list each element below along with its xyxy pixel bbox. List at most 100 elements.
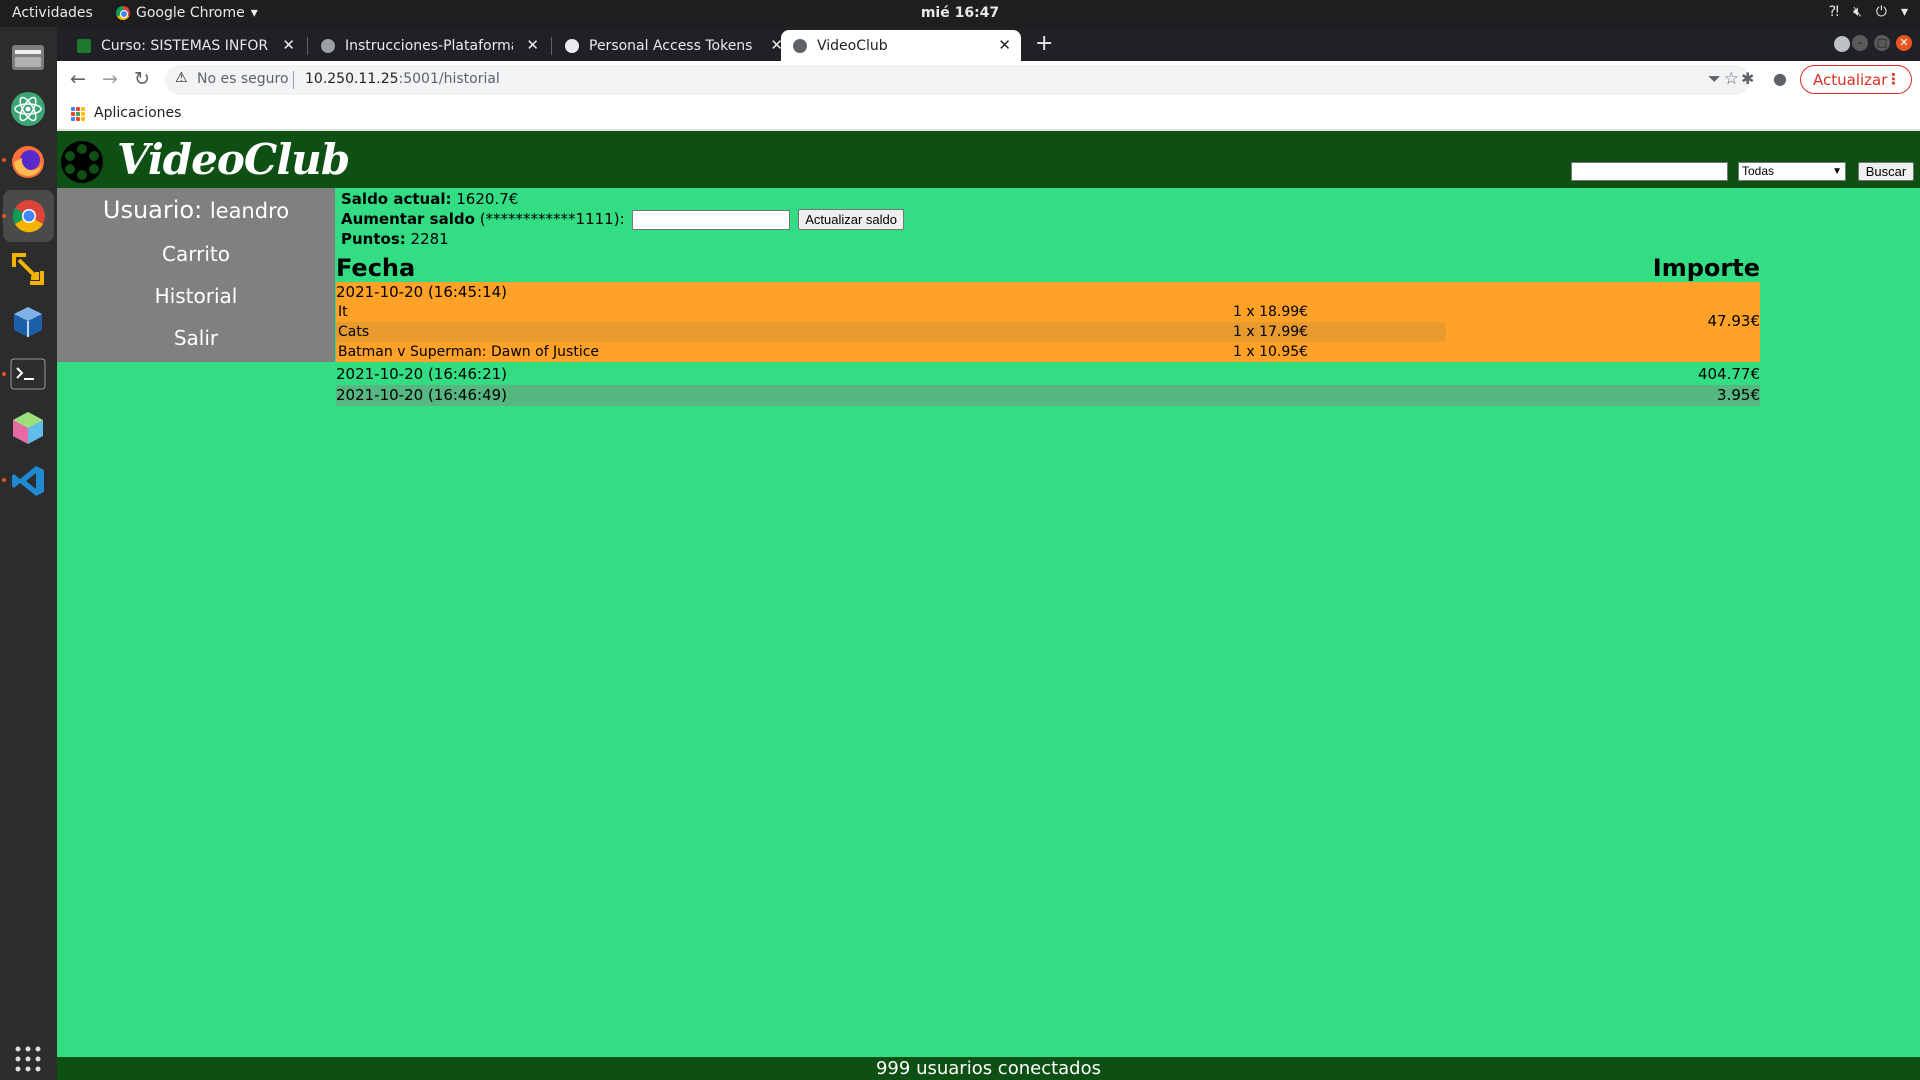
- history-table: Fecha Importe 2021-10-20 (16:45:14) 47.9…: [336, 254, 1818, 406]
- back-button[interactable]: ←: [65, 66, 91, 92]
- vscode-icon[interactable]: [8, 461, 48, 501]
- amount-input[interactable]: [632, 209, 791, 230]
- order-date: 2021-10-20 (16:46:49): [336, 386, 508, 404]
- close-icon[interactable]: ✕: [526, 36, 539, 54]
- history-header: Fecha Importe: [336, 254, 1760, 282]
- minimize-button[interactable]: –: [1852, 35, 1868, 51]
- warning-icon[interactable]: ⚠: [175, 70, 188, 86]
- order-row[interactable]: 2021-10-20 (16:46:49) 3.95€: [336, 385, 1760, 406]
- order-row[interactable]: 2021-10-20 (16:46:21) 404.77€: [336, 364, 1760, 385]
- forward-button[interactable]: →: [97, 66, 123, 92]
- increase-label: Aumentar saldo: [341, 210, 475, 228]
- show-apps-icon[interactable]: [8, 1039, 48, 1079]
- item-qty-price: 1 x 17.99€: [1233, 324, 1309, 340]
- category-selected: Todas: [1742, 164, 1775, 178]
- tab-curso[interactable]: Curso: SISTEMAS INFORM ✕: [65, 30, 305, 61]
- category-select[interactable]: Todas ▼: [1738, 162, 1846, 181]
- tab-strip: Curso: SISTEMAS INFORM ✕ Instrucciones-P…: [57, 27, 1920, 61]
- nav-link-historial[interactable]: Historial: [57, 284, 335, 308]
- apps-grid-icon[interactable]: [71, 107, 85, 121]
- status-area[interactable]: ⁈ 🔇︎ ⏻ ▾: [1829, 4, 1908, 20]
- order-item: Cats 1 x 17.99€: [336, 322, 1446, 342]
- close-window-button[interactable]: ✕: [1896, 35, 1912, 51]
- url-path: :5001/historial: [398, 71, 500, 87]
- security-label[interactable]: No es seguro: [197, 71, 289, 87]
- volume-muted-icon: 🔇︎: [1853, 4, 1862, 20]
- order-total: 47.93€: [1707, 312, 1761, 330]
- terminal-icon[interactable]: [8, 354, 48, 394]
- reload-button[interactable]: ↻: [129, 66, 155, 92]
- extensions-puzzle-icon[interactable]: ✱: [1741, 69, 1754, 88]
- tab-label: Curso: SISTEMAS INFORM: [101, 37, 269, 54]
- tab-label: Instrucciones-Plataforma: [345, 37, 513, 54]
- order-date: 2021-10-20 (16:46:21): [336, 365, 508, 383]
- firefox-icon[interactable]: [8, 142, 48, 182]
- points-value: 2281: [410, 230, 449, 248]
- bookmarks-bar: Aplicaciones: [57, 98, 1920, 130]
- atom-icon[interactable]: [8, 89, 48, 129]
- site-logo[interactable]: VideoClub: [117, 135, 350, 184]
- column-header-date: Fecha: [336, 254, 416, 282]
- address-bar[interactable]: ⚠ No es seguro 10.250.11.25:5001/histori…: [165, 65, 1749, 95]
- chrome-dock-icon[interactable]: [3, 190, 54, 242]
- virtualbox-icon[interactable]: [8, 302, 48, 342]
- maximize-button[interactable]: □: [1874, 35, 1890, 51]
- page-viewport: VideoClub Todas ▼ Buscar Usuario: leandr…: [57, 131, 1920, 1080]
- card-masked: (************1111):: [479, 210, 625, 228]
- item-title: Cats: [338, 324, 370, 340]
- chrome-update-button[interactable]: Actualizar ⋮: [1800, 65, 1912, 94]
- nav-link-salir[interactable]: Salir: [57, 326, 335, 350]
- running-indicator: [2, 372, 6, 376]
- site-header: VideoClub Todas ▼ Buscar: [57, 131, 1920, 188]
- column-header-amount: Importe: [1652, 254, 1760, 282]
- tab-separator: [551, 37, 552, 55]
- system-top-bar: Actividades Google Chrome ▾ mié 16:47 ⁈ …: [0, 0, 1920, 27]
- clock[interactable]: mié 16:47: [0, 5, 1920, 21]
- balance-value: 1620.7€: [456, 190, 519, 208]
- extension-filter-icon[interactable]: ⏷: [1708, 69, 1721, 89]
- running-indicator: [2, 158, 6, 162]
- increase-balance-row: Aumentar saldo (************1111): Actua…: [341, 209, 904, 230]
- search-button[interactable]: Buscar: [1858, 162, 1914, 181]
- order-date: 2021-10-20 (16:45:14): [336, 283, 508, 301]
- globe-icon: [793, 38, 807, 53]
- nav-link-carrito[interactable]: Carrito: [57, 242, 335, 266]
- github-icon: [565, 38, 579, 53]
- divider: [293, 71, 294, 89]
- tab-personal-access-tokens[interactable]: Personal Access Tokens ✕: [553, 30, 793, 61]
- order-item: It 1 x 18.99€: [336, 302, 1446, 322]
- item-qty-price: 1 x 18.99€: [1233, 304, 1309, 320]
- bookmark-star-icon[interactable]: ☆: [1724, 69, 1739, 89]
- files-icon[interactable]: [8, 37, 48, 77]
- sidebar: Usuario: leandro Carrito Historial Salir: [57, 188, 335, 362]
- tab-instrucciones[interactable]: Instrucciones-Plataforma ✕: [309, 30, 549, 61]
- moodle-icon: [77, 38, 91, 53]
- item-title: It: [338, 304, 348, 320]
- browser-toolbar: ← → ↻ ⚠ No es seguro 10.250.11.25:5001/h…: [57, 61, 1920, 98]
- order-row[interactable]: 2021-10-20 (16:45:14) 47.93€ It 1 x 18.9…: [336, 282, 1760, 362]
- tab-videoclub[interactable]: VideoClub ✕: [781, 30, 1021, 61]
- user-label: Usuario:: [102, 196, 203, 224]
- chevron-down-icon: ▼: [1832, 166, 1842, 177]
- close-icon[interactable]: ✕: [998, 36, 1011, 54]
- film-reel-icon: [61, 141, 103, 183]
- new-tab-button[interactable]: +: [1035, 31, 1053, 56]
- search-input[interactable]: [1571, 162, 1728, 181]
- running-indicator: [2, 478, 6, 482]
- tab-search-icon[interactable]: [1834, 36, 1850, 52]
- site-footer: 999 usuarios conectados: [57, 1057, 1920, 1080]
- bookmark-apps[interactable]: Aplicaciones: [94, 105, 181, 121]
- update-balance-button[interactable]: Actualizar saldo: [798, 209, 904, 230]
- close-icon[interactable]: ✕: [282, 36, 295, 54]
- remote-desktop-icon[interactable]: [8, 249, 48, 289]
- power-icon: ⏻: [1875, 4, 1887, 20]
- url-text[interactable]: 10.250.11.25:5001/historial: [305, 71, 500, 87]
- tab-label: VideoClub: [817, 37, 888, 54]
- username: leandro: [209, 199, 290, 223]
- item-title: Batman v Superman: Dawn of Justice: [338, 344, 600, 360]
- order-total: 404.77€: [1697, 365, 1760, 383]
- profile-avatar-icon[interactable]: ●: [1773, 69, 1787, 88]
- box-app-icon[interactable]: [8, 408, 48, 448]
- balance-row: Saldo actual: 1620.7€: [341, 189, 904, 209]
- chevron-down-icon: ▾: [1900, 4, 1908, 20]
